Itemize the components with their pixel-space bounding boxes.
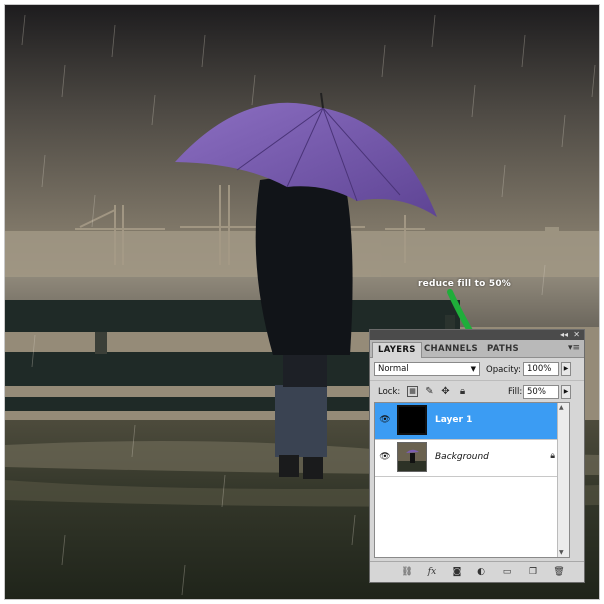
lock-all-icon[interactable]: 🔒︎	[457, 386, 468, 397]
layer-thumbnail	[397, 442, 427, 472]
opacity-input[interactable]: 100%	[523, 362, 559, 376]
close-icon[interactable]: ✕	[573, 330, 580, 340]
blend-row: Normal ▼ Opacity: 100% ▶	[370, 358, 584, 380]
opacity-slider-toggle-icon[interactable]: ▶	[561, 362, 571, 376]
link-icon[interactable]: ⛓	[400, 565, 414, 579]
panel-tabs: LAYERS CHANNELS PATHS ▾≡	[370, 340, 584, 358]
fill-label: Fill:	[508, 387, 523, 397]
layers-scrollbar[interactable]: ▲ ▼	[557, 403, 569, 557]
eye-icon[interactable]: 👁︎	[379, 414, 391, 426]
panel-titlebar[interactable]: ◂◂ ✕	[370, 330, 584, 340]
new-layer-icon[interactable]: ❐	[526, 565, 540, 579]
tab-layers[interactable]: LAYERS	[372, 342, 422, 358]
lock-row: Lock: ▦ ✎ ✥ 🔒︎ Fill: 50% ▶	[370, 380, 584, 403]
background-thumbnail-icon	[398, 443, 426, 471]
blend-mode-select[interactable]: Normal ▼	[374, 362, 480, 376]
group-icon[interactable]: ▭	[500, 565, 514, 579]
layer-thumbnail	[397, 405, 427, 435]
panel-menu-icon[interactable]: ▾≡	[568, 343, 580, 353]
lock-transparent-pixels-icon[interactable]: ▦	[407, 386, 418, 397]
layer-name: Layer 1	[435, 415, 473, 425]
trash-icon[interactable]: 🗑︎	[552, 565, 566, 579]
lock-label: Lock:	[378, 387, 401, 397]
layers-list: 👁︎ Layer 1 👁︎ Background 🔒︎ ▲ ▼	[374, 402, 570, 558]
lock-icon: 🔒︎	[550, 451, 555, 461]
layers-panel: ◂◂ ✕ LAYERS CHANNELS PATHS ▾≡ Normal ▼ O…	[369, 329, 585, 583]
opacity-label: Opacity:	[486, 365, 521, 375]
panel-bottom-bar: ⛓ fx ◙ ◐ ▭ ❐ 🗑︎	[370, 561, 584, 582]
tab-channels[interactable]: CHANNELS	[419, 342, 483, 357]
tab-paths[interactable]: PATHS	[482, 342, 524, 357]
adjustment-icon[interactable]: ◐	[474, 565, 488, 579]
layer-row-background[interactable]: 👁︎ Background 🔒︎	[375, 440, 569, 477]
fill-slider-toggle-icon[interactable]: ▶	[561, 385, 571, 399]
layer-row-layer-1[interactable]: 👁︎ Layer 1	[375, 403, 569, 440]
chevron-down-icon: ▼	[470, 365, 476, 373]
scroll-up-icon[interactable]: ▲	[559, 404, 564, 411]
mask-icon[interactable]: ◙	[450, 565, 464, 579]
lock-image-pixels-icon[interactable]: ✎	[424, 386, 435, 397]
layer-name: Background	[435, 452, 489, 462]
scroll-down-icon[interactable]: ▼	[559, 549, 564, 556]
fill-input[interactable]: 50%	[523, 385, 559, 399]
lock-position-icon[interactable]: ✥	[440, 386, 451, 397]
eye-icon[interactable]: 👁︎	[379, 451, 391, 463]
collapse-icon[interactable]: ◂◂	[560, 330, 568, 340]
blend-mode-value: Normal	[378, 364, 409, 374]
fx-icon[interactable]: fx	[425, 565, 439, 579]
